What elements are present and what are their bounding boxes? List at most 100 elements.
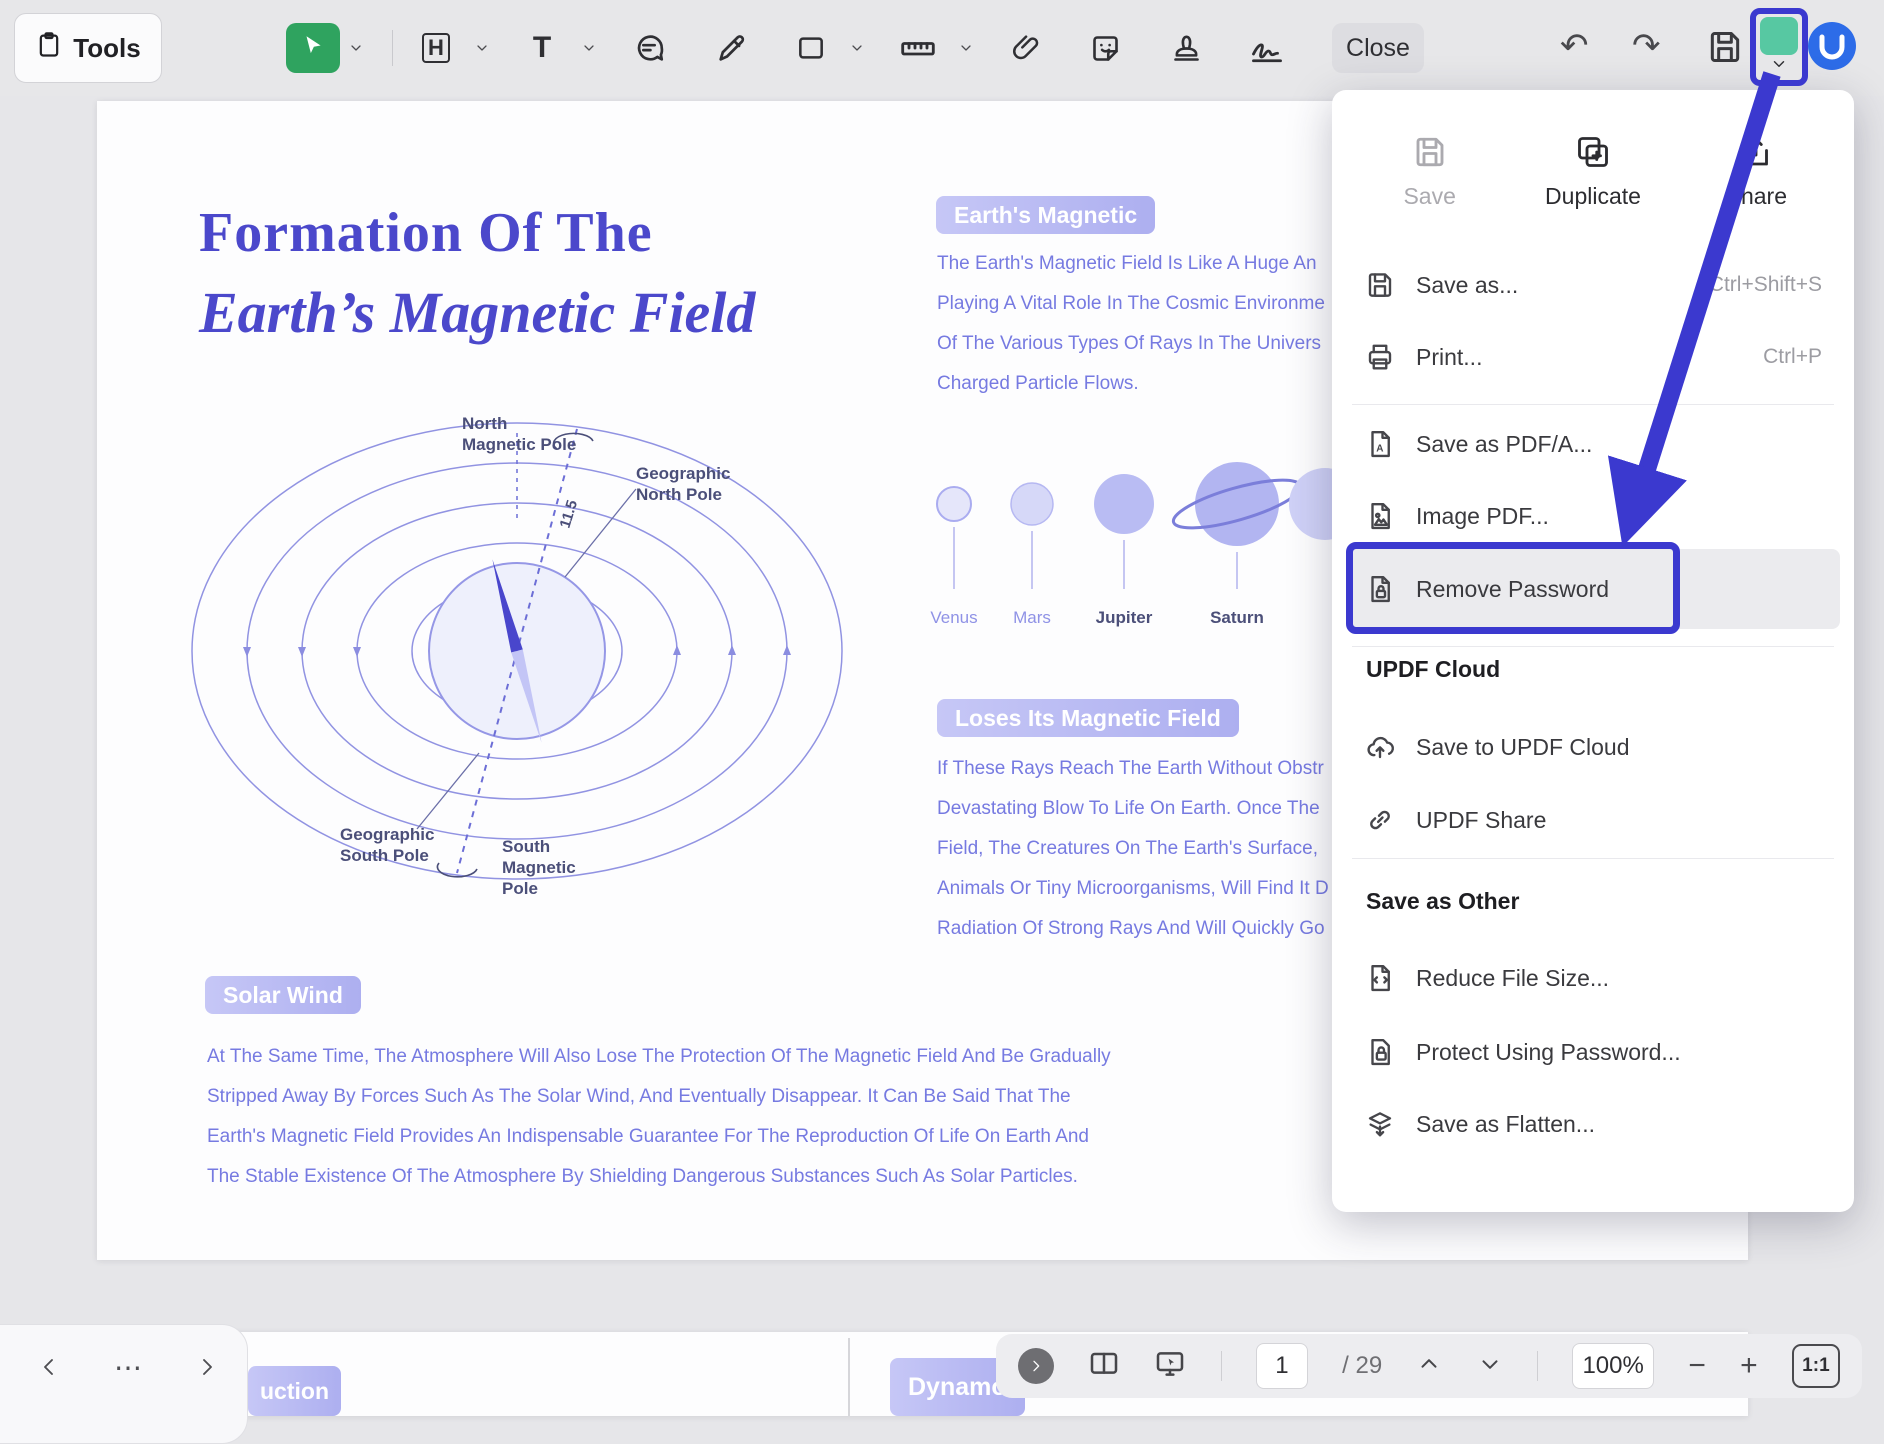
menu-item-save-as-pdfa-label: Save as PDF/A... [1416, 431, 1592, 458]
signature-tool[interactable] [1245, 26, 1289, 70]
menu-item-print[interactable]: Print... Ctrl+P [1348, 325, 1838, 389]
badge-earths-magnetic: Earth's Magnetic [936, 196, 1155, 234]
menu-item-save-as-label: Save as... [1416, 272, 1518, 299]
menu-item-protect-using-password-label: Protect Using Password... [1416, 1039, 1681, 1066]
square-icon [795, 32, 827, 64]
next-page-chevron[interactable] [1477, 1351, 1503, 1382]
menu-item-remove-password[interactable]: Remove Password [1348, 557, 1838, 621]
pdfa-document-icon: A [1348, 429, 1412, 459]
add-text-tool[interactable]: T [520, 26, 564, 70]
menu-item-reduce-file-size[interactable]: Reduce File Size... [1348, 946, 1838, 1010]
reading-mode-button[interactable] [1088, 1348, 1120, 1385]
menu-action-duplicate[interactable]: Duplicate [1511, 116, 1674, 228]
page2-column-divider [848, 1338, 850, 1416]
close-button[interactable]: Close [1332, 23, 1424, 73]
pen-icon [715, 31, 749, 65]
presentation-icon [1154, 1348, 1186, 1380]
menu-item-updf-share[interactable]: UPDF Share [1348, 788, 1838, 852]
tools-button[interactable]: Tools [14, 13, 162, 83]
flatten-layers-icon [1348, 1109, 1412, 1139]
menu-item-save-as[interactable]: Save as... Ctrl+Shift+S [1348, 253, 1838, 317]
save-as-icon [1348, 270, 1412, 300]
menu-item-save-to-updf-cloud[interactable]: Save to UPDF Cloud [1348, 715, 1838, 779]
chevron-down-icon [1770, 55, 1788, 73]
save-options-dropdown-button[interactable] [1750, 8, 1808, 86]
duplicate-icon [1575, 134, 1611, 170]
select-tool-dropdown[interactable] [348, 40, 364, 56]
sticker-tool[interactable] [1083, 26, 1127, 70]
label-geographic-north-pole: Geographic North Pole [636, 463, 730, 505]
previous-page-chevron[interactable] [1416, 1351, 1442, 1382]
doc-title-line2: Earth’s Magnetic Field [199, 279, 755, 346]
label-north-magnetic-pole: North Magnetic Pole [462, 413, 576, 455]
updf-logo[interactable] [1806, 20, 1858, 72]
label-geographic-south-pole: Geographic South Pole [340, 824, 434, 866]
edit-text-tool[interactable]: H [414, 26, 458, 70]
svg-text:A: A [1376, 444, 1383, 455]
menu-action-share[interactable]: Share [1675, 116, 1838, 228]
previous-page-button[interactable] [33, 1351, 65, 1383]
chevron-left-icon [37, 1355, 61, 1379]
attachment-tool[interactable] [1005, 26, 1049, 70]
chevron-right-icon [1028, 1358, 1044, 1374]
stamp-tool[interactable] [1164, 26, 1208, 70]
menu-item-image-pdf[interactable]: Image PDF... [1348, 484, 1838, 548]
menu-item-protect-using-password[interactable]: Protect Using Password... [1348, 1020, 1838, 1084]
menu-item-save-as-shortcut: Ctrl+Shift+S [1709, 273, 1822, 297]
paragraph-1: The Earth's Magnetic Field Is Like A Hug… [937, 244, 1325, 404]
select-tool-button[interactable] [286, 23, 340, 73]
zoom-in-button[interactable]: + [1740, 1351, 1758, 1381]
menu-item-reduce-file-size-label: Reduce File Size... [1416, 965, 1609, 992]
menu-divider [1352, 404, 1834, 405]
comment-tool[interactable] [627, 26, 671, 70]
status-divider [1221, 1351, 1222, 1381]
toolbar-divider [392, 30, 393, 66]
paragraph-2: If These Rays Reach The Earth Without Ob… [937, 749, 1329, 949]
redo-button[interactable]: ↷ [1632, 26, 1661, 66]
printer-icon [1348, 342, 1412, 372]
close-label: Close [1346, 34, 1410, 63]
undo-button[interactable]: ↶ [1560, 26, 1589, 66]
menu-action-save-label: Save [1403, 183, 1455, 210]
menu-divider [1352, 646, 1834, 647]
save-button[interactable] [1706, 28, 1744, 71]
save-icon [1706, 28, 1744, 66]
tools-icon [35, 31, 63, 66]
paperclip-icon [1011, 32, 1043, 64]
more-pages-button[interactable]: ⋯ [113, 1351, 145, 1383]
planet-label-mars: Mars [1013, 608, 1051, 627]
page-number-input[interactable]: 1 [1256, 1343, 1308, 1389]
measure-tool[interactable] [896, 26, 940, 70]
presentation-button[interactable] [1154, 1348, 1186, 1385]
highlight-fill [1760, 17, 1798, 55]
protect-password-icon [1348, 1037, 1412, 1067]
badge-loses-magnetic-field: Loses Its Magnetic Field [937, 699, 1239, 737]
page-total-label: / 29 [1342, 1352, 1382, 1380]
planet-label-jupiter: Jupiter [1096, 608, 1153, 627]
next-page-button[interactable] [191, 1351, 223, 1383]
planet-label-saturn: Saturn [1210, 608, 1264, 627]
menu-action-save[interactable]: Save [1348, 116, 1511, 228]
zoom-level-value[interactable]: 100% [1572, 1343, 1654, 1389]
edit-text-dropdown[interactable] [474, 40, 490, 56]
actual-size-button[interactable]: 1:1 [1792, 1344, 1840, 1388]
shape-tool-dropdown[interactable] [849, 40, 865, 56]
add-text-dropdown[interactable] [581, 40, 597, 56]
menu-item-save-as-flatten[interactable]: Save as Flatten... [1348, 1092, 1838, 1156]
chevron-down-icon [1477, 1351, 1503, 1377]
edit-text-icon: H [422, 33, 450, 63]
menu-item-updf-share-label: UPDF Share [1416, 807, 1546, 834]
pen-tool[interactable] [710, 26, 754, 70]
menu-item-remove-password-label: Remove Password [1416, 576, 1609, 603]
cloud-upload-icon [1348, 732, 1412, 762]
diagram-tilt-angle: 11.5 [557, 498, 582, 530]
zoom-out-button[interactable]: − [1688, 1351, 1706, 1381]
badge-solar-wind: Solar Wind [205, 976, 361, 1014]
page-nav-panel: ⋯ [0, 1324, 248, 1444]
ruler-icon [900, 30, 936, 66]
expand-panel-button[interactable] [1018, 1348, 1054, 1384]
badge-page2-left: uction [248, 1366, 341, 1416]
menu-item-save-as-pdfa[interactable]: A Save as PDF/A... [1348, 412, 1838, 476]
measure-tool-dropdown[interactable] [958, 40, 974, 56]
shape-tool[interactable] [789, 26, 833, 70]
